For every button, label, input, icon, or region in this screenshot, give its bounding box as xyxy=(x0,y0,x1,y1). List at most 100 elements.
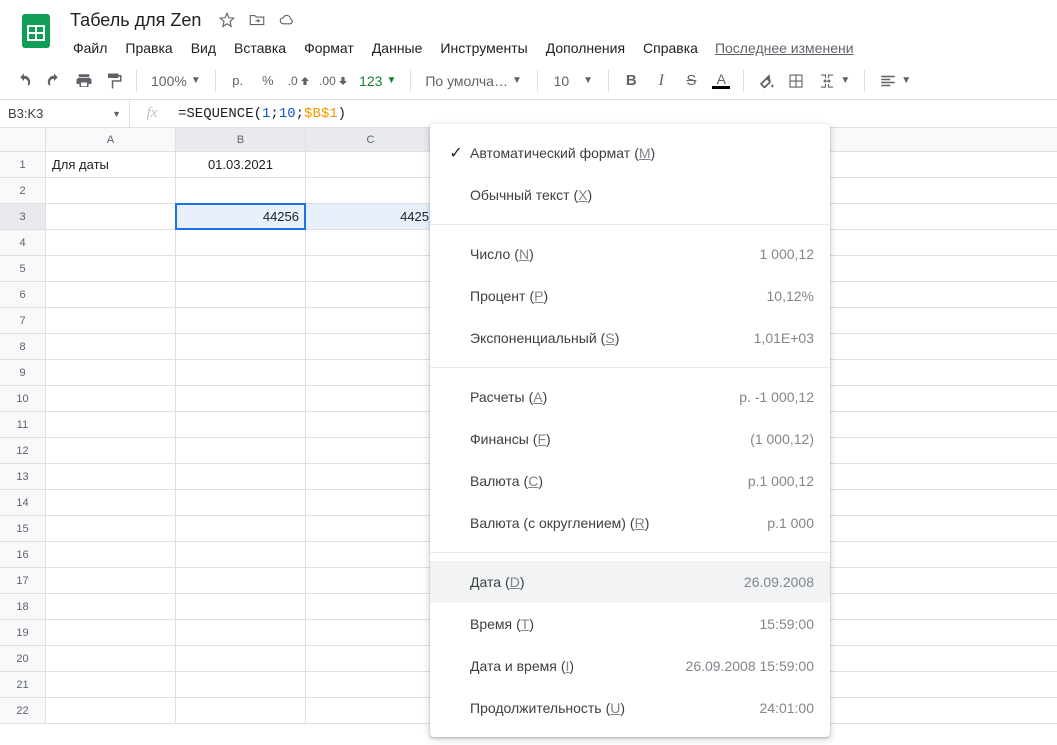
cell[interactable] xyxy=(306,594,436,619)
sheets-logo-icon[interactable] xyxy=(16,10,56,50)
star-icon[interactable] xyxy=(217,10,237,30)
text-color-button[interactable]: A xyxy=(707,67,735,95)
format-option[interactable]: Число (N)1 000,12 xyxy=(430,233,830,275)
format-option[interactable]: Обычный текст (X) xyxy=(430,174,830,216)
cell[interactable] xyxy=(176,620,306,645)
cell[interactable] xyxy=(46,230,176,255)
cell[interactable] xyxy=(46,412,176,437)
cell[interactable] xyxy=(176,412,306,437)
cell[interactable] xyxy=(306,646,436,671)
redo-button[interactable] xyxy=(40,67,68,95)
cell[interactable] xyxy=(176,438,306,463)
row-header[interactable]: 12 xyxy=(0,438,46,463)
cell[interactable] xyxy=(46,282,176,307)
col-header[interactable]: B xyxy=(176,128,306,151)
cell[interactable] xyxy=(46,334,176,359)
row-header[interactable]: 19 xyxy=(0,620,46,645)
row-header[interactable]: 20 xyxy=(0,646,46,671)
formula-input[interactable]: =SEQUENCE(1;10;$B$1) xyxy=(174,106,1057,122)
doc-title[interactable]: Табель для Zen xyxy=(64,8,207,33)
move-folder-icon[interactable] xyxy=(247,10,267,30)
cell[interactable] xyxy=(306,282,436,307)
format-option[interactable]: ✓Автоматический формат (M) xyxy=(430,132,830,174)
row-header[interactable]: 14 xyxy=(0,490,46,515)
row-header[interactable]: 5 xyxy=(0,256,46,281)
cell[interactable] xyxy=(46,698,176,723)
cell[interactable] xyxy=(306,334,436,359)
row-header[interactable]: 11 xyxy=(0,412,46,437)
cell[interactable] xyxy=(306,308,436,333)
row-header[interactable]: 10 xyxy=(0,386,46,411)
row-header[interactable]: 8 xyxy=(0,334,46,359)
increase-decimal-button[interactable]: .00 xyxy=(315,67,351,95)
cell[interactable] xyxy=(306,568,436,593)
cell[interactable] xyxy=(46,386,176,411)
cell[interactable] xyxy=(46,256,176,281)
cell[interactable] xyxy=(46,568,176,593)
merge-cells-button[interactable]: ▼ xyxy=(812,67,856,95)
cell[interactable] xyxy=(176,698,306,723)
menu-инструменты[interactable]: Инструменты xyxy=(431,36,536,60)
cell[interactable] xyxy=(306,464,436,489)
menu-файл[interactable]: Файл xyxy=(64,36,116,60)
cell[interactable] xyxy=(176,646,306,671)
format-option[interactable]: Экспоненциальный (S)1,01E+03 xyxy=(430,317,830,359)
format-option[interactable]: Процент (P)10,12% xyxy=(430,275,830,317)
cell[interactable] xyxy=(306,542,436,567)
cell[interactable] xyxy=(176,568,306,593)
menu-вид[interactable]: Вид xyxy=(182,36,225,60)
format-option[interactable]: Валюта (с округлением) (R)р.1 000 xyxy=(430,502,830,544)
cell[interactable] xyxy=(176,282,306,307)
cell[interactable] xyxy=(46,646,176,671)
format-option[interactable]: Расчеты (A)р. -1 000,12 xyxy=(430,376,830,418)
row-header[interactable]: 6 xyxy=(0,282,46,307)
col-header[interactable]: C xyxy=(306,128,436,151)
cell[interactable] xyxy=(176,542,306,567)
cell[interactable] xyxy=(46,542,176,567)
row-header[interactable]: 15 xyxy=(0,516,46,541)
cell[interactable] xyxy=(306,152,436,177)
fill-color-button[interactable] xyxy=(752,67,780,95)
cell[interactable] xyxy=(306,698,436,723)
cell[interactable] xyxy=(306,360,436,385)
cell[interactable]: Для даты xyxy=(46,152,176,177)
cell[interactable] xyxy=(46,464,176,489)
row-header[interactable]: 1 xyxy=(0,152,46,177)
cell[interactable] xyxy=(46,672,176,697)
paint-format-button[interactable] xyxy=(100,67,128,95)
currency-button[interactable]: р. xyxy=(224,67,252,95)
menu-правка[interactable]: Правка xyxy=(116,36,181,60)
cell[interactable] xyxy=(176,178,306,203)
zoom-dropdown[interactable]: 100%▼ xyxy=(145,67,207,95)
format-option[interactable]: Финансы (F)(1 000,12) xyxy=(430,418,830,460)
cell[interactable] xyxy=(46,516,176,541)
cell[interactable] xyxy=(306,620,436,645)
menu-формат[interactable]: Формат xyxy=(295,36,363,60)
cell[interactable] xyxy=(306,490,436,515)
cell[interactable] xyxy=(306,256,436,281)
font-size-dropdown[interactable]: 10▼ xyxy=(546,67,600,95)
cell[interactable] xyxy=(46,594,176,619)
undo-button[interactable] xyxy=(10,67,38,95)
format-option[interactable]: Дата (D)26.09.2008 xyxy=(430,561,830,603)
row-header[interactable]: 21 xyxy=(0,672,46,697)
format-option[interactable]: Время (T)15:59:00 xyxy=(430,603,830,645)
cell[interactable] xyxy=(46,438,176,463)
horizontal-align-button[interactable]: ▼ xyxy=(873,67,917,95)
row-header[interactable]: 13 xyxy=(0,464,46,489)
percent-button[interactable]: % xyxy=(254,67,282,95)
cell[interactable] xyxy=(306,178,436,203)
cell[interactable] xyxy=(306,412,436,437)
format-option[interactable]: Дата и время (I)26.09.2008 15:59:00 xyxy=(430,645,830,687)
row-header[interactable]: 4 xyxy=(0,230,46,255)
cell[interactable] xyxy=(176,464,306,489)
italic-button[interactable]: I xyxy=(647,67,675,95)
cell[interactable] xyxy=(176,516,306,541)
row-header[interactable]: 18 xyxy=(0,594,46,619)
format-option[interactable]: Валюта (C)р.1 000,12 xyxy=(430,460,830,502)
cell[interactable]: 44256 xyxy=(176,204,306,229)
name-box[interactable]: B3:K3▼ xyxy=(0,100,130,127)
strikethrough-button[interactable]: S xyxy=(677,67,705,95)
cell[interactable] xyxy=(46,204,176,229)
cell[interactable] xyxy=(46,620,176,645)
